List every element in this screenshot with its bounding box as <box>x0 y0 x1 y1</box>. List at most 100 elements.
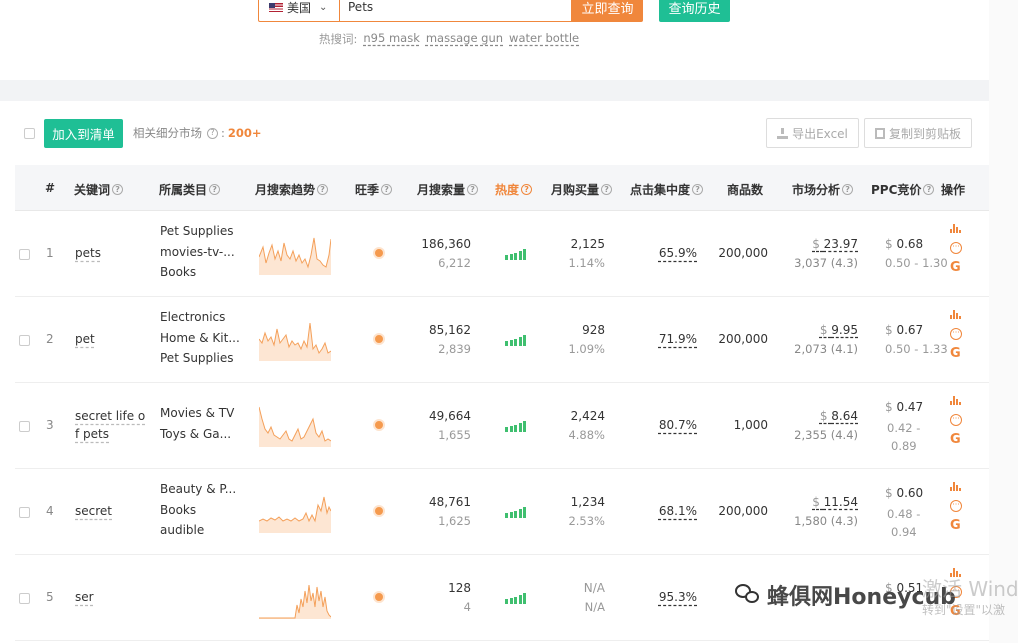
purchases: 2,424 <box>570 409 605 423</box>
table-row: 1 pets Pet Supplies movies-tv-... Books 18… <box>15 211 989 297</box>
click-concentration[interactable]: 65.9% <box>659 246 697 260</box>
help-icon[interactable]: ? <box>692 184 704 195</box>
purchase-rate: 4.88% <box>568 428 605 442</box>
row-checkbox[interactable] <box>19 335 30 346</box>
row-checkbox[interactable] <box>19 421 30 432</box>
search-volume-daily: 2,839 <box>438 342 471 356</box>
column-trend: 月搜索趋势? <box>255 181 329 198</box>
purchases: 2,125 <box>570 237 605 251</box>
export-excel-label: 导出Excel <box>792 126 848 141</box>
keyword-link[interactable]: ser <box>75 588 94 606</box>
search-volume: 49,664 <box>429 409 471 423</box>
hot-keyword[interactable]: n95 mask <box>363 31 419 47</box>
hot-keywords-label: 热搜词: <box>319 32 358 46</box>
search-input[interactable]: Pets <box>340 0 572 22</box>
column-heat[interactable]: 热度? <box>495 181 533 198</box>
help-icon[interactable]: ? <box>112 184 124 195</box>
click-concentration[interactable]: 68.1% <box>659 504 697 518</box>
query-button[interactable]: 立即查询 <box>572 0 643 22</box>
hot-keyword[interactable]: water bottle <box>509 31 579 47</box>
more-icon[interactable]: ··· <box>950 328 962 340</box>
market-reviews: 2,355 (4.4) <box>794 428 858 442</box>
row-checkbox[interactable] <box>19 507 30 518</box>
help-icon[interactable]: ? <box>923 184 935 195</box>
help-icon[interactable]: ? <box>207 127 218 139</box>
help-icon[interactable]: ? <box>842 184 854 195</box>
help-icon[interactable]: ? <box>601 184 613 195</box>
click-concentration[interactable]: 71.9% <box>659 332 697 346</box>
chart-icon[interactable] <box>950 395 964 405</box>
hot-keyword[interactable]: massage gun <box>426 31 503 47</box>
chart-icon[interactable] <box>950 481 964 491</box>
add-to-list-button[interactable]: 加入到清单 <box>44 119 123 148</box>
chart-icon[interactable] <box>950 223 964 233</box>
sub-market-count[interactable]: 200+ <box>228 126 262 140</box>
wechat-icon <box>735 584 761 606</box>
row-checkbox[interactable] <box>19 593 30 604</box>
help-icon[interactable]: ? <box>467 184 479 195</box>
more-icon[interactable]: ··· <box>950 500 962 512</box>
table-header: # 关键词? 所属类目? 月搜索趋势? 旺季? 月搜索量? 热度? 月购买量? … <box>15 165 989 211</box>
click-concentration[interactable]: 80.7% <box>659 418 697 432</box>
row-actions: ··· G <box>950 481 964 532</box>
country-select[interactable]: 美国 ⌄ <box>258 0 340 22</box>
more-icon[interactable]: ··· <box>950 414 962 426</box>
market-price[interactable]: $ 9.95 <box>820 323 858 337</box>
keyword-link[interactable]: pets <box>75 244 101 262</box>
market-reviews: 2,073 (4.1) <box>794 342 858 356</box>
keyword-link[interactable]: secret <box>75 502 112 520</box>
us-flag-icon <box>269 2 283 12</box>
ppc-range: 0.50 - 1.30 <box>885 256 948 270</box>
column-search-volume[interactable]: 月搜索量? <box>417 181 479 198</box>
column-products[interactable]: 商品数 <box>727 181 763 198</box>
market-price[interactable]: $ 11.54 <box>812 495 858 509</box>
help-icon[interactable]: ? <box>521 184 533 195</box>
search-volume-daily: 1,655 <box>438 428 471 442</box>
column-click-concentration[interactable]: 点击集中度? <box>630 181 704 198</box>
row-checkbox[interactable] <box>19 249 30 260</box>
help-icon[interactable]: ? <box>209 184 221 195</box>
ppc-bid: $ 0.67 <box>885 323 924 337</box>
market-price[interactable]: $ 23.97 <box>812 237 858 251</box>
help-icon[interactable]: ? <box>317 184 329 195</box>
country-label: 美国 <box>287 0 312 15</box>
row-index: 3 <box>46 418 54 432</box>
more-icon[interactable]: ··· <box>950 242 962 254</box>
heat-bars-icon <box>505 335 526 346</box>
market-reviews: 3,037 (4.3) <box>794 256 858 270</box>
column-market-analysis[interactable]: 市场分析? <box>792 181 854 198</box>
google-icon[interactable]: G <box>950 519 964 532</box>
copy-clipboard-button[interactable]: 复制到剪贴板 <box>864 118 972 148</box>
search-trend-sparkline[interactable] <box>259 491 331 533</box>
row-index: 5 <box>46 590 54 604</box>
column-keyword[interactable]: 关键词? <box>74 181 124 198</box>
chart-icon[interactable] <box>950 309 964 319</box>
select-all-checkbox[interactable] <box>24 128 35 139</box>
product-count: 200,000 <box>718 246 768 260</box>
google-icon[interactable]: G <box>950 433 964 446</box>
chevron-down-icon: ⌄ <box>319 1 328 13</box>
category-list: Pet Supplies movies-tv-... Books <box>160 224 235 279</box>
results-toolbar: 加入到清单 相关细分市场 ? : 200+ 导出Excel 复制到剪贴板 <box>0 101 989 163</box>
column-purchases[interactable]: 月购买量? <box>551 181 613 198</box>
search-trend-sparkline[interactable] <box>259 577 331 619</box>
search-trend-sparkline[interactable] <box>259 405 331 447</box>
keyword-link[interactable]: pet <box>75 330 95 348</box>
help-icon[interactable]: ? <box>381 184 393 195</box>
export-excel-button[interactable]: 导出Excel <box>766 118 859 148</box>
search-volume: 186,360 <box>421 237 471 251</box>
table-row: 3 secret life of pets Movies & TV Toys & … <box>15 383 989 469</box>
search-trend-sparkline[interactable] <box>259 233 331 275</box>
google-icon[interactable]: G <box>950 261 964 274</box>
category-list: Beauty & P... Books audible <box>160 482 237 537</box>
ppc-bid: $ 0.68 <box>885 237 924 251</box>
history-button[interactable]: 查询历史 <box>659 0 730 22</box>
google-icon[interactable]: G <box>950 347 964 360</box>
market-price[interactable]: $ 8.64 <box>820 409 858 423</box>
search-trend-sparkline[interactable] <box>259 319 331 361</box>
row-actions: ··· G <box>950 395 964 446</box>
column-ppc[interactable]: PPC竞价? <box>871 181 935 198</box>
peak-season-dot <box>375 249 383 257</box>
keyword-link[interactable]: secret life of pets <box>75 407 145 443</box>
click-concentration[interactable]: 95.3% <box>659 590 697 604</box>
